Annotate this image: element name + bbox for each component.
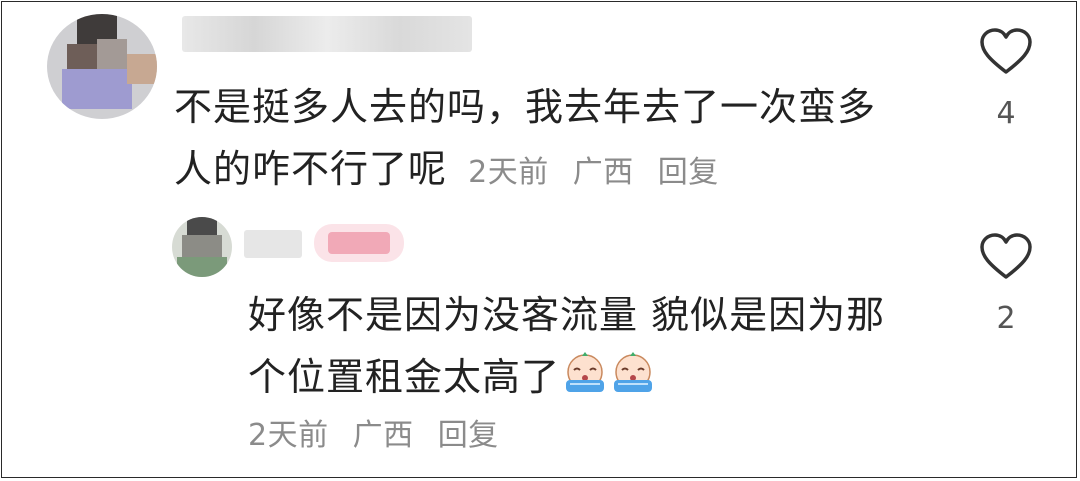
reply-body: 好像不是因为没客流量 貌似是因为那 个位置租金太高了 bbox=[248, 284, 885, 414]
like-button[interactable]: 2 bbox=[971, 233, 1041, 336]
comment-line: 个位置租金太高了 bbox=[248, 355, 561, 399]
comment-line: 人的咋不行了呢 bbox=[174, 147, 448, 191]
comment-location: 广西 bbox=[572, 155, 634, 190]
crying-emoji bbox=[562, 350, 608, 414]
reply-button[interactable]: 回复 bbox=[438, 418, 499, 453]
crying-emoji bbox=[610, 350, 656, 414]
comment-time: 2天前 bbox=[248, 418, 329, 453]
heart-outline-icon bbox=[980, 233, 1032, 279]
comment-time: 2天前 bbox=[468, 155, 549, 190]
heart-outline-icon bbox=[980, 28, 1032, 74]
reply-button[interactable]: 回复 bbox=[658, 155, 719, 190]
author-badge bbox=[314, 224, 404, 262]
like-button[interactable]: 4 bbox=[971, 28, 1041, 131]
comment-line: 不是挺多人去的吗，我去年去了一次蛮多 bbox=[174, 85, 877, 129]
username-blurred[interactable] bbox=[244, 230, 302, 258]
comment-location: 广西 bbox=[352, 418, 414, 453]
comment-line: 好像不是因为没客流量 貌似是因为那 bbox=[248, 293, 886, 337]
like-count: 2 bbox=[996, 301, 1016, 336]
comment-panel: 不是挺多人去的吗，我去年去了一次蛮多 人的咋不行了呢 2天前 广西 回复 4 好… bbox=[1, 1, 1077, 478]
reply-meta: 2天前 广西 回复 bbox=[248, 410, 513, 454]
comment-body: 不是挺多人去的吗，我去年去了一次蛮多 人的咋不行了呢 2天前 广西 回复 bbox=[174, 76, 876, 204]
like-count: 4 bbox=[996, 96, 1016, 131]
comment-meta: 2天前 广西 回复 bbox=[468, 155, 733, 190]
avatar[interactable] bbox=[47, 14, 157, 119]
avatar[interactable] bbox=[172, 217, 232, 277]
username-blurred[interactable] bbox=[182, 16, 472, 52]
